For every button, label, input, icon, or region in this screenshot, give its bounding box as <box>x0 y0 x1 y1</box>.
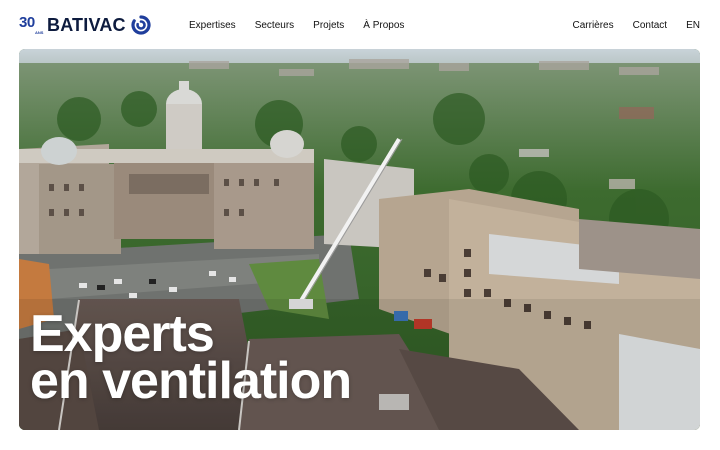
anniversary-suffix: ANS <box>35 30 44 35</box>
nav-link-carrieres[interactable]: Carrières <box>573 20 614 31</box>
bativac-logo-link[interactable]: 30 ANS BATIVAC <box>19 13 151 37</box>
hero-title-line-1: Experts <box>30 305 215 363</box>
primary-nav: Expertises Secteurs Projets À Propos <box>189 0 404 50</box>
nav-link-secteurs[interactable]: Secteurs <box>255 20 294 31</box>
hero-title: Experts en ventilation <box>30 305 352 410</box>
anniversary-badge: 30 ANS <box>19 13 46 37</box>
language-switch-en[interactable]: EN <box>686 20 700 31</box>
nav-link-expertises[interactable]: Expertises <box>189 20 236 31</box>
top-navigation: 30 ANS BATIVAC Expertises Secteurs Proje… <box>0 0 720 50</box>
bativac-swirl-logo-icon <box>131 15 151 35</box>
secondary-nav: Carrières Contact EN <box>573 0 701 50</box>
hero-banner: Experts en ventilation <box>19 49 700 430</box>
nav-link-a-propos[interactable]: À Propos <box>363 20 404 31</box>
anniversary-number: 30 <box>19 14 35 31</box>
hero-title-line-2: en ventilation <box>30 352 352 410</box>
brand-name: BATIVAC <box>47 14 126 35</box>
nav-link-projets[interactable]: Projets <box>313 20 344 31</box>
nav-link-contact[interactable]: Contact <box>633 20 667 31</box>
